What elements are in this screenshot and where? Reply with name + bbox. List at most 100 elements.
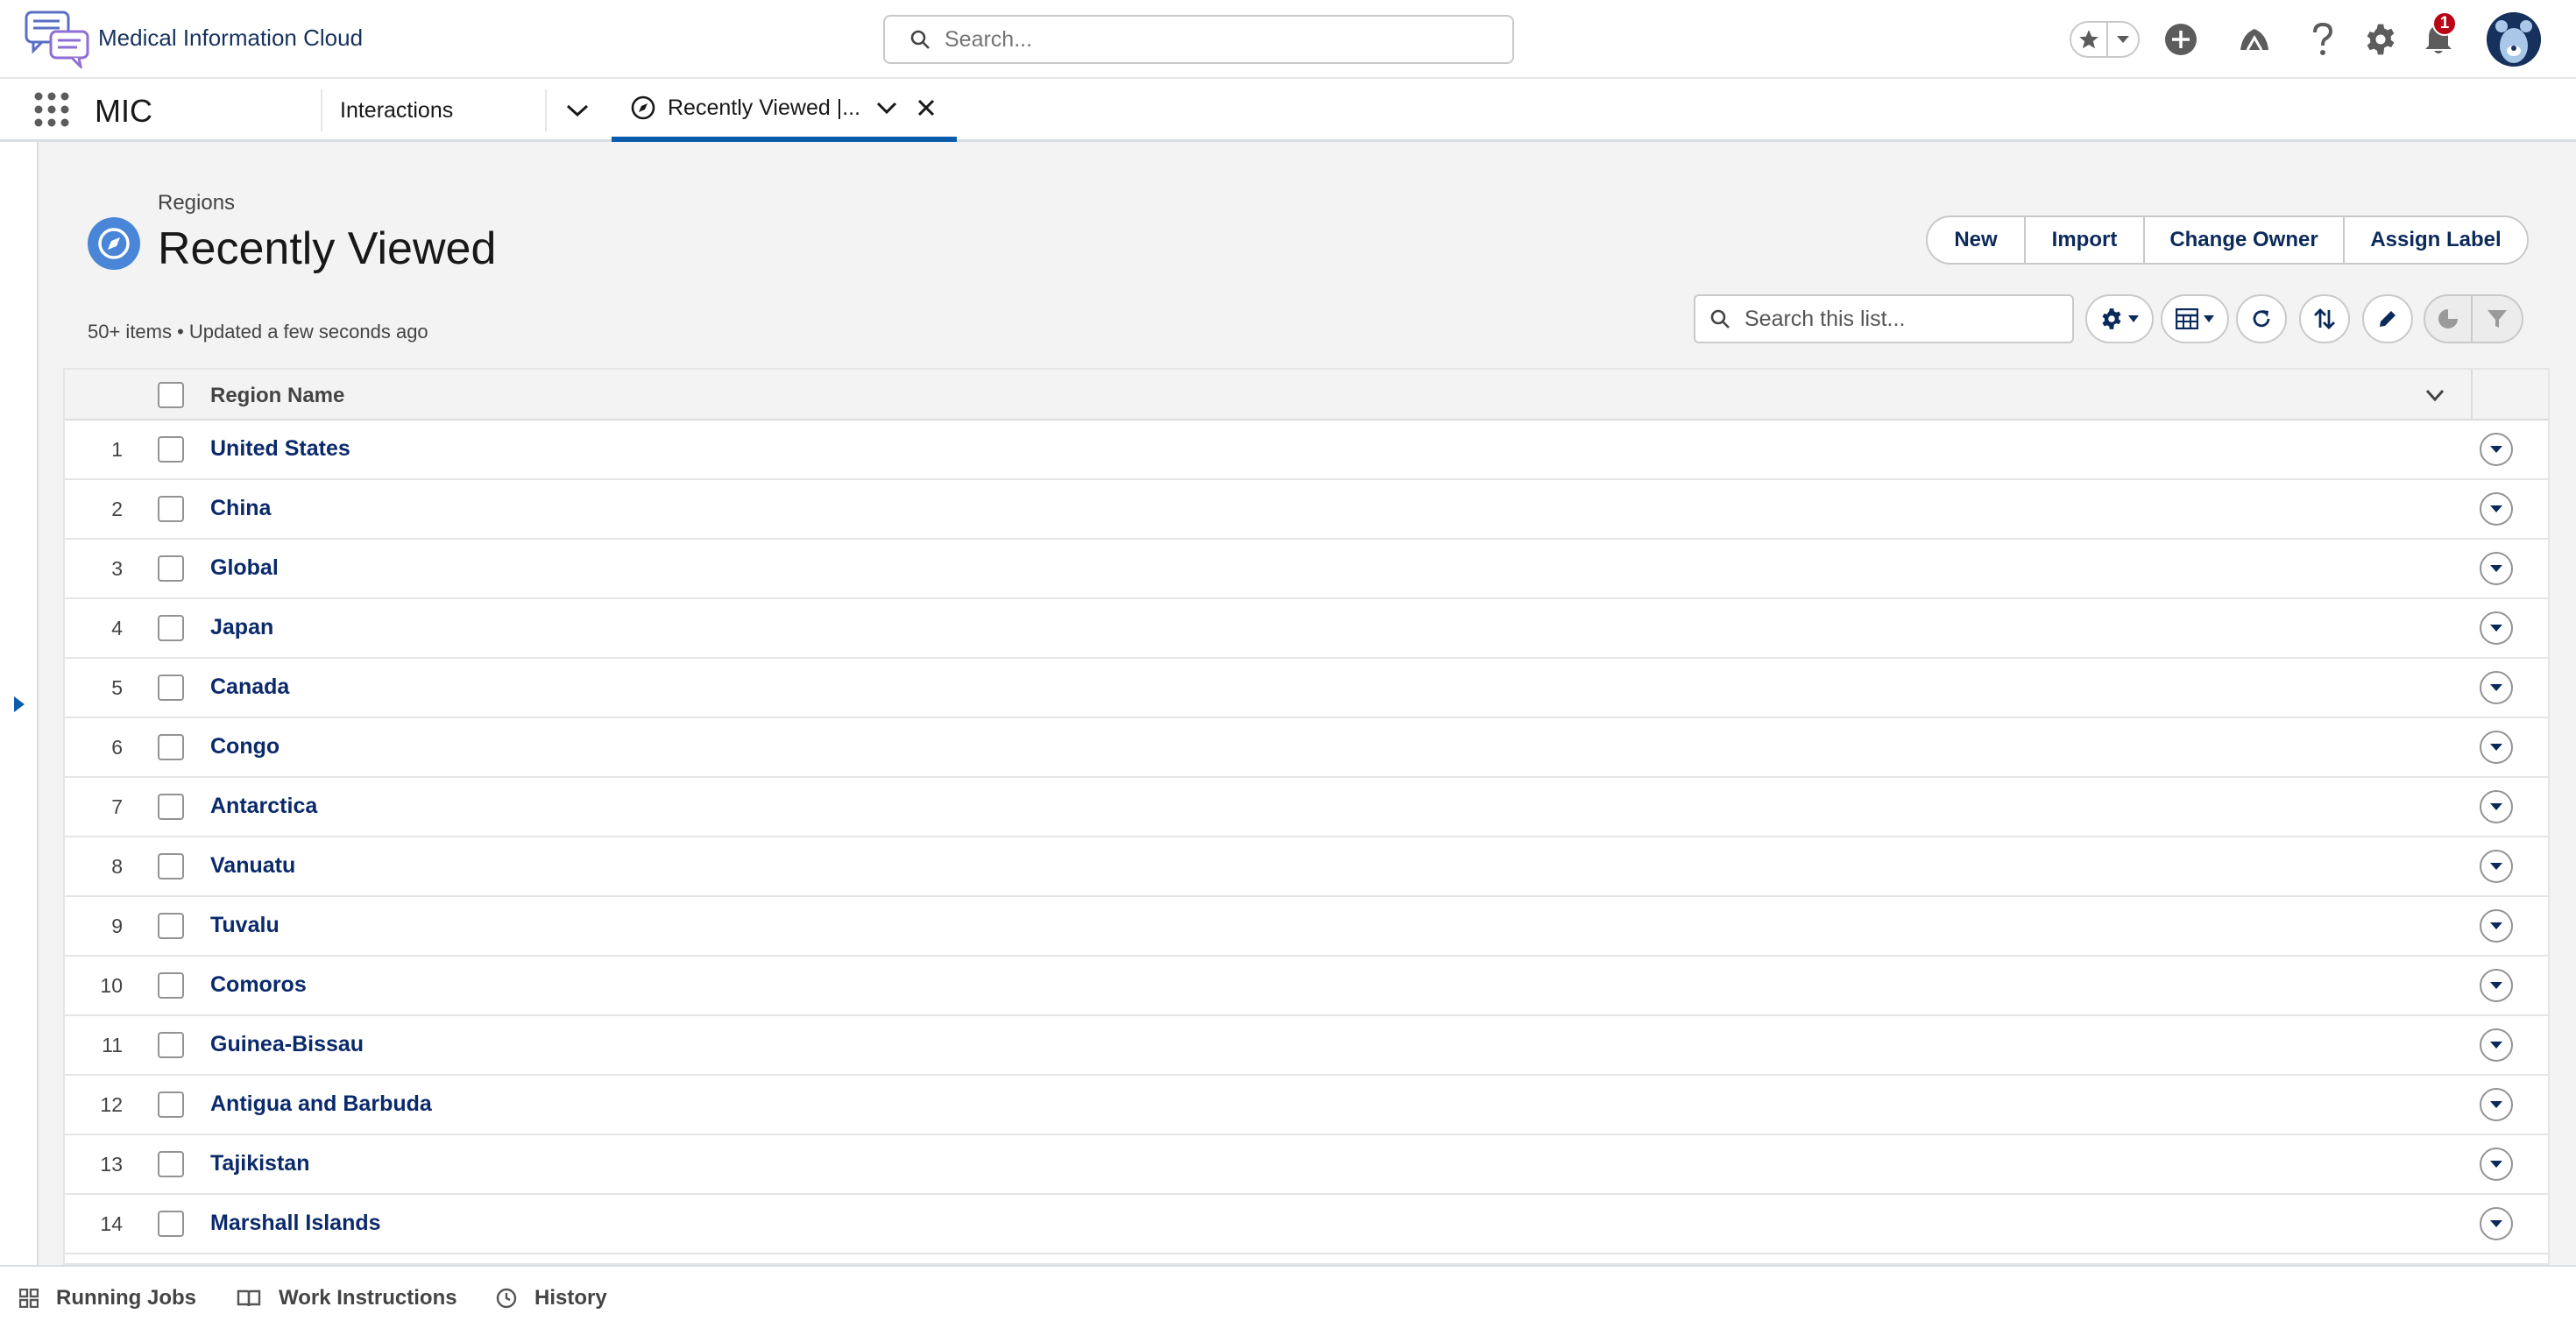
region-name-link[interactable]: Tuvalu [210,913,280,938]
tab-interactions[interactable]: Interactions [340,79,453,142]
region-name-link[interactable]: United States [210,436,350,462]
table-row: 9 Tuvalu [65,897,2548,957]
sort-button[interactable] [2299,294,2350,343]
new-button[interactable]: New [1928,217,2026,263]
region-name-link[interactable]: Guinea-Bissau [210,1032,364,1057]
row-actions-button[interactable] [2480,1028,2513,1062]
row-checkbox[interactable] [158,853,184,879]
region-name-link[interactable]: Comoros [210,972,307,998]
import-button[interactable]: Import [2026,217,2145,263]
row-actions-button[interactable] [2480,850,2513,883]
row-checkbox[interactable] [158,675,184,701]
column-actions-button[interactable] [2422,382,2448,408]
chevron-down-icon [2490,744,2502,751]
select-all-checkbox[interactable] [158,382,184,408]
search-icon [1710,309,1730,328]
table-row: 4 Japan [65,599,2548,659]
row-checkbox[interactable] [158,1211,184,1237]
notification-badge: 1 [2432,11,2457,36]
row-actions-button[interactable] [2480,611,2513,645]
history-label: History [534,1286,607,1310]
tab-recently-viewed-menu[interactable] [876,101,897,115]
region-name-link[interactable]: Tajikistan [210,1151,309,1176]
help-icon [2313,22,2333,55]
help-button[interactable] [2303,19,2343,60]
region-name-link[interactable]: Vanuatu [210,853,295,879]
inline-edit-button[interactable] [2362,294,2413,343]
table-row: 2 China [65,480,2548,540]
row-checkbox[interactable] [158,794,184,820]
chevron-down-icon [2490,565,2502,572]
change-owner-button[interactable]: Change Owner [2145,217,2345,263]
trailhead-icon [2240,29,2268,51]
row-actions-button[interactable] [2480,671,2513,704]
table-icon [2176,308,2198,329]
row-number: 2 [111,498,123,520]
region-name-link[interactable]: Congo [210,734,280,759]
global-search-input[interactable]: Search... [883,15,1514,64]
list-view-controls-button[interactable] [2085,294,2154,343]
region-name-link[interactable]: Marshall Islands [210,1211,381,1236]
row-actions-button[interactable] [2480,492,2513,526]
assign-label-button[interactable]: Assign Label [2345,217,2527,263]
display-as-button[interactable] [2161,294,2229,343]
work-instructions-button[interactable]: Work Instructions [237,1267,457,1328]
region-name-link[interactable]: Japan [210,615,273,640]
avatar[interactable] [2487,12,2541,67]
row-actions-button[interactable] [2480,552,2513,585]
row-actions-button[interactable] [2480,1088,2513,1121]
split-view-toggle[interactable] [11,694,28,715]
tab-interactions-menu[interactable] [566,79,592,142]
row-actions-button[interactable] [2480,731,2513,764]
row-checkbox[interactable] [158,496,184,522]
row-checkbox[interactable] [158,1091,184,1118]
avatar-icon [2487,12,2541,67]
region-name-link[interactable]: Canada [210,675,289,700]
compass-icon [98,228,130,259]
row-checkbox[interactable] [158,972,184,999]
chevron-down-icon [2117,36,2129,43]
favorites-list-button[interactable] [2108,34,2138,45]
trailhead-button[interactable] [2234,19,2275,60]
tab-close-button[interactable] [916,98,936,117]
chevron-down-icon [2490,505,2502,512]
region-name-link[interactable]: China [210,496,271,521]
region-name-link[interactable]: Antigua and Barbuda [210,1091,432,1117]
row-checkbox[interactable] [158,1032,184,1058]
chevron-down-icon [876,102,897,115]
row-actions-button[interactable] [2480,1148,2513,1181]
star-icon [2079,30,2098,49]
row-actions-button[interactable] [2480,433,2513,466]
row-checkbox[interactable] [158,1151,184,1177]
list-view-title[interactable]: Recently Viewed [158,223,496,275]
row-checkbox[interactable] [158,436,184,463]
app-launcher-button[interactable] [33,91,70,128]
row-checkbox[interactable] [158,555,184,582]
app-name: MIC [95,93,152,129]
row-actions-button[interactable] [2480,909,2513,943]
region-name-link[interactable]: Antarctica [210,794,317,819]
row-actions-button[interactable] [2480,969,2513,1002]
running-jobs-button[interactable]: Running Jobs [19,1267,196,1328]
favorites-button[interactable] [2071,23,2108,56]
row-actions-button[interactable] [2480,790,2513,823]
row-checkbox[interactable] [158,913,184,939]
history-button[interactable]: History [496,1267,607,1328]
row-actions-button[interactable] [2480,1207,2513,1240]
show-charts-button[interactable] [2425,296,2473,342]
app-brand: Medical Information Cloud [98,25,364,51]
column-header-region-name[interactable]: Region Name [210,384,344,408]
refresh-button[interactable] [2236,294,2287,343]
chat-logo-icon[interactable] [25,9,91,71]
list-search-input[interactable]: Search this list... [1694,294,2074,343]
global-actions-button[interactable] [2161,19,2201,60]
row-number: 8 [111,855,123,878]
tab-recently-viewed[interactable]: Recently Viewed |... [612,79,957,142]
row-checkbox[interactable] [158,615,184,641]
setup-button[interactable] [2360,19,2401,60]
filter-button[interactable] [2473,307,2522,330]
utility-bar: Running Jobs Work Instructions History [0,1265,2576,1328]
chevron-down-icon [2490,684,2502,691]
region-name-link[interactable]: Global [210,555,279,581]
row-checkbox[interactable] [158,734,184,760]
